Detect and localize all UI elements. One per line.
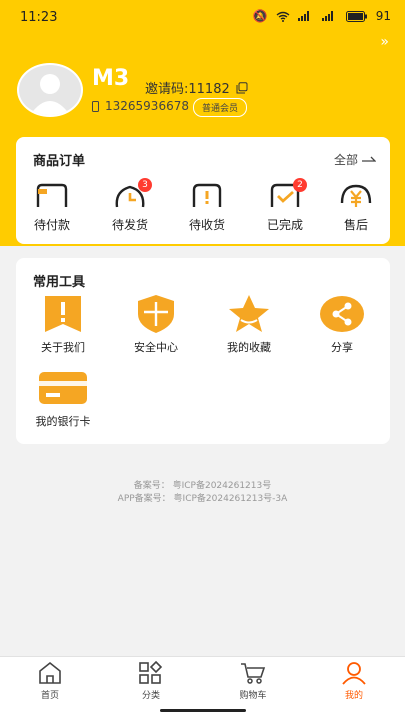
cart-icon: [240, 661, 266, 685]
battery-level: 91: [375, 9, 391, 23]
order-completed[interactable]: 2 已完成: [253, 178, 317, 233]
phone-icon: [92, 100, 99, 112]
tool-label: 安全中心: [134, 341, 178, 354]
invite-code-label: 邀请码:11182: [145, 82, 230, 97]
category-icon: [138, 660, 164, 685]
tool-label: 我的收藏: [227, 341, 271, 354]
status-icons: 🔕 91: [253, 9, 391, 23]
tab-label: 购物车: [239, 691, 267, 701]
tool-label: 我的银行卡: [35, 415, 91, 428]
signal-icon-2: [321, 11, 333, 21]
tab-mine[interactable]: 我的: [324, 661, 384, 701]
order-badge: 2: [293, 178, 307, 192]
phone-number: 13265936678: [105, 99, 189, 113]
home-icon: [37, 661, 63, 685]
tool-label: 关于我们: [41, 341, 85, 354]
copy-icon[interactable]: [236, 81, 248, 94]
signal-icon-1: [297, 11, 309, 21]
tool-bank-card[interactable]: 我的银行卡: [23, 368, 103, 429]
invite-code: 邀请码:11182: [145, 78, 248, 97]
orders-all-label: 全部: [333, 153, 358, 167]
orders-title: 商品订单: [33, 154, 86, 169]
order-label: 待收货: [188, 218, 225, 232]
tab-label: 首页: [40, 691, 59, 701]
tab-label: 我的: [344, 691, 363, 701]
order-label: 已完成: [266, 218, 303, 232]
phone-row: 13265936678: [92, 99, 189, 113]
tool-share[interactable]: 分享: [302, 294, 382, 355]
order-after-sales[interactable]: 售后: [324, 183, 388, 233]
avatar[interactable]: [17, 63, 83, 117]
tab-category[interactable]: 分类: [121, 660, 181, 701]
check-box-icon: 2: [267, 178, 307, 209]
tool-about-us[interactable]: 关于我们: [23, 294, 103, 355]
battery-icon: [345, 10, 367, 22]
orders-card: 商品订单 全部 待付款 3 待发货 待收货 2 已完成 售后: [16, 137, 390, 244]
share-icon: [320, 294, 364, 334]
clock-icon: 3: [112, 178, 152, 209]
wifi-icon: [276, 11, 290, 22]
info-flag-icon: [41, 294, 85, 334]
status-bar: 11:23 🔕 91: [0, 0, 405, 36]
tool-favorites[interactable]: 我的收藏: [209, 294, 289, 355]
wallet-icon: [34, 183, 70, 209]
order-label: 待发货: [111, 218, 148, 232]
star-icon: [227, 294, 271, 334]
status-time: 11:23: [20, 10, 58, 25]
home-indicator: [160, 709, 246, 712]
app-icp-record[interactable]: APP备案号： 粤ICP备2024261213号-3A: [0, 491, 405, 504]
order-label: 售后: [343, 218, 368, 232]
arrow-right-icon: [362, 156, 376, 162]
shield-icon: [134, 294, 178, 334]
order-label: 待付款: [33, 218, 70, 232]
tool-security-center[interactable]: 安全中心: [116, 294, 196, 355]
mute-icon: 🔕: [252, 9, 268, 23]
user-icon: [341, 661, 367, 685]
tool-label: 分享: [331, 341, 353, 354]
order-to-receive[interactable]: 待收货: [175, 183, 239, 233]
order-badge: 3: [138, 178, 152, 192]
orders-all-link[interactable]: 全部: [334, 151, 376, 168]
icp-record[interactable]: 备案号： 粤ICP备2024261213号: [0, 478, 405, 491]
tab-home[interactable]: 首页: [20, 661, 80, 701]
tools-card: 常用工具 关于我们 安全中心 我的收藏 分享 我的银行卡: [16, 258, 390, 444]
member-badge: 普通会员: [193, 98, 248, 117]
order-to-ship[interactable]: 3 待发货: [98, 178, 162, 233]
package-alert-icon: [189, 183, 225, 209]
username: M3: [92, 66, 130, 91]
double-chevron-icon[interactable]: »: [380, 34, 389, 50]
tab-label: 分类: [141, 691, 160, 701]
bank-card-icon: [38, 368, 88, 408]
tools-title: 常用工具: [33, 275, 86, 290]
yen-refund-icon: [338, 183, 374, 209]
tab-cart[interactable]: 购物车: [223, 661, 283, 701]
order-pending-payment[interactable]: 待付款: [20, 183, 84, 233]
